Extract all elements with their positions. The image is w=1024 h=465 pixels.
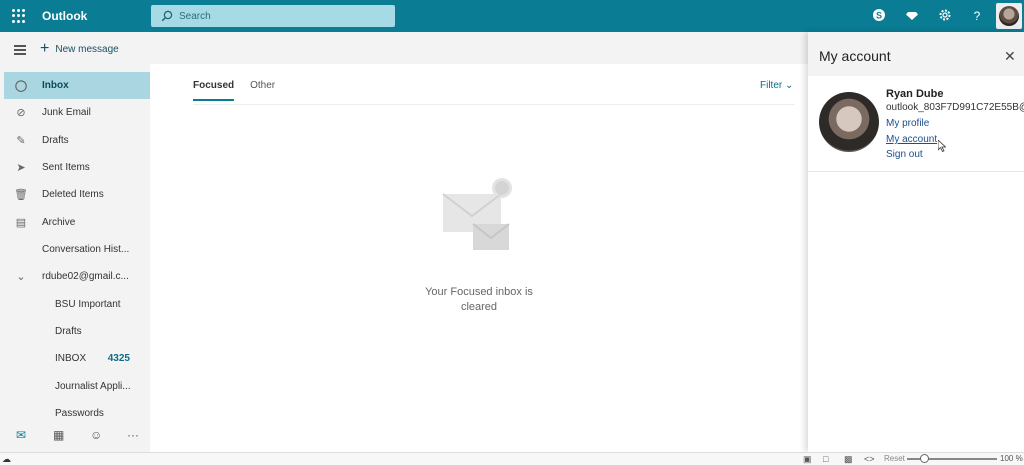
diamond-icon[interactable] [904, 8, 920, 24]
more-icon[interactable]: ··· [127, 428, 139, 442]
pencil-icon: ✎ [16, 135, 26, 147]
new-message-button[interactable]: + New message [40, 40, 119, 57]
top-bar: Outlook S ? [0, 0, 1024, 32]
zoom-level: 100 % [1000, 454, 1023, 463]
divider [193, 104, 795, 105]
command-bar [150, 32, 808, 64]
subfolder-journalist[interactable]: Journalist Appli... [4, 373, 150, 400]
hamburger-icon[interactable] [14, 45, 26, 55]
camera-icon[interactable]: ▣ [803, 454, 812, 465]
blocked-icon: ⊘ [16, 107, 26, 119]
account-avatar[interactable] [996, 3, 1022, 29]
inbox-tabs: Focused Other [193, 80, 291, 101]
subfolder-drafts[interactable]: Drafts [4, 318, 150, 345]
zoom-slider-handle[interactable] [920, 454, 929, 463]
profile-photo [819, 92, 879, 152]
search-box[interactable] [151, 5, 395, 27]
folder-archive[interactable]: ▤ Archive [4, 209, 150, 236]
folder-sent[interactable]: ➤ Sent Items [4, 154, 150, 181]
window-icon[interactable]: □ [823, 454, 828, 464]
user-email: outlook_803F7D991C72E55B@o... [886, 102, 1024, 113]
status-bar: ☁ ▣ □ ▩ <> Reset 100 % [0, 452, 1024, 465]
account-folder-group[interactable]: ⌄ rdube02@gmail.c... [4, 263, 150, 290]
unread-count: 4325 [107, 353, 130, 364]
search-input[interactable] [179, 8, 379, 24]
svg-text:S: S [876, 11, 882, 21]
message-list-pane: Focused Other Filter ⌄ Your Focused inbo… [150, 64, 808, 452]
filter-button[interactable]: Filter ⌄ [760, 80, 793, 91]
inbox-icon: ◯ [14, 80, 28, 92]
account-card: Ryan Dube outlook_803F7D991C72E55B@o... … [808, 76, 1024, 172]
zoom-reset-button[interactable]: Reset [884, 454, 905, 463]
image-icon[interactable]: ▩ [844, 454, 853, 465]
folder-junk[interactable]: ⊘ Junk Email [4, 99, 150, 126]
chevron-down-icon[interactable]: ⌄ [14, 270, 28, 283]
close-icon[interactable]: ✕ [1004, 48, 1016, 65]
code-icon[interactable]: <> [864, 454, 875, 464]
folder-pane: + New message ◯ Inbox ⊘ Junk Email ✎ Dra… [0, 32, 150, 452]
search-icon [161, 10, 173, 22]
cloud-icon: ☁ [2, 454, 11, 464]
user-name: Ryan Dube [886, 88, 944, 100]
trash-icon: 🗑 [14, 189, 28, 201]
people-icon[interactable]: ☺ [90, 428, 102, 442]
gear-icon[interactable] [937, 8, 953, 24]
panel-title: My account [819, 48, 891, 64]
help-icon[interactable]: ? [969, 8, 985, 24]
app-launcher-icon[interactable] [12, 9, 26, 23]
tab-other[interactable]: Other [250, 80, 275, 101]
plus-icon: + [40, 40, 50, 57]
folder-deleted[interactable]: 🗑 Deleted Items [4, 181, 150, 208]
tab-focused[interactable]: Focused [193, 80, 235, 101]
archive-icon: ▤ [15, 217, 27, 229]
folder-inbox[interactable]: ◯ Inbox [4, 72, 150, 99]
account-panel: My account ✕ Ryan Dube outlook_803F7D991… [808, 32, 1024, 452]
subfolder-passwords[interactable]: Passwords [4, 401, 150, 418]
sign-out-link[interactable]: Sign out [886, 149, 923, 160]
mail-icon[interactable]: ✉ [16, 428, 26, 442]
my-profile-link[interactable]: My profile [886, 118, 929, 129]
folder-drafts[interactable]: ✎ Drafts [4, 127, 150, 154]
app-title[interactable]: Outlook [42, 9, 87, 23]
subfolder-bsu-important[interactable]: BSU Important [4, 291, 150, 318]
empty-inbox-illustration [442, 178, 512, 250]
module-switcher: ✉ ▦ ☺ ··· [0, 420, 150, 452]
empty-inbox-message: Your Focused inbox is cleared [425, 286, 533, 313]
my-account-link[interactable]: My account [886, 134, 937, 145]
skype-icon[interactable]: S [871, 8, 887, 24]
send-icon: ➤ [16, 162, 26, 174]
folder-conversation-history[interactable]: Conversation Hist... [4, 236, 150, 263]
subfolder-inbox[interactable]: INBOX 4325 [4, 345, 150, 372]
calendar-icon[interactable]: ▦ [53, 428, 64, 442]
chevron-down-icon: ⌄ [785, 80, 794, 91]
account-panel-header: My account ✕ [808, 32, 1024, 76]
mouse-cursor-icon [938, 140, 946, 152]
